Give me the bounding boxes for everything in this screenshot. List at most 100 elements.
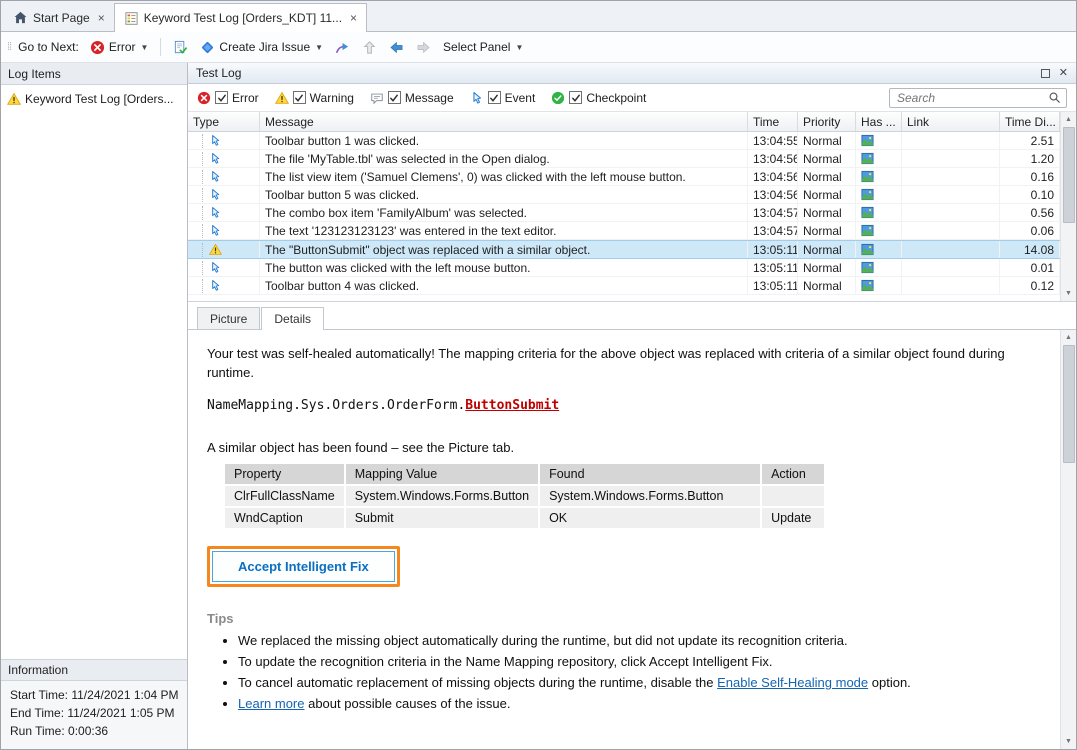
select-panel-button[interactable]: Select Panel ▼: [438, 37, 528, 57]
panel-title: Test Log: [196, 66, 1041, 80]
log-row-link: [902, 277, 1000, 294]
column-header-has[interactable]: Has ...: [856, 112, 902, 131]
log-row[interactable]: Toolbar button 1 was clicked.13:04:55Nor…: [188, 132, 1076, 150]
log-row[interactable]: The list view item ('Samuel Clemens', 0)…: [188, 168, 1076, 186]
comparison-row: WndCaptionSubmitOKUpdate: [225, 508, 824, 528]
scroll-up-icon[interactable]: ▲: [1065, 112, 1072, 127]
tab-details-label: Details: [274, 312, 311, 326]
log-row-has-picture: [856, 132, 902, 149]
comparison-cell: Update: [762, 508, 824, 528]
close-tab-icon[interactable]: ×: [350, 11, 357, 25]
log-row-message: Toolbar button 1 was clicked.: [260, 132, 748, 149]
details-scrollbar[interactable]: ▲ ▼: [1060, 330, 1076, 749]
tree-connector: [202, 206, 203, 220]
column-header-tdiff[interactable]: Time Di...: [1000, 112, 1060, 131]
column-header-time[interactable]: Time: [748, 112, 798, 131]
log-row-priority: Normal: [798, 150, 856, 167]
log-row-link: [902, 150, 1000, 167]
tab-start-page[interactable]: Start Page ×: [4, 4, 114, 31]
log-row-time-diff: 0.12: [1000, 277, 1060, 294]
log-row-has-picture: [856, 168, 902, 185]
toolbar-grip[interactable]: ⁞⁞: [7, 41, 11, 53]
event-icon: [209, 170, 222, 183]
scroll-thumb[interactable]: [1063, 345, 1075, 463]
test-log-panel: Test Log ✕ ErrorWarningMessageEventCheck…: [188, 63, 1076, 749]
log-row-message: The button was clicked with the left mou…: [260, 259, 748, 276]
log-row-time-diff: 0.56: [1000, 204, 1060, 221]
log-row-link: [902, 259, 1000, 276]
log-row-priority: Normal: [798, 132, 856, 149]
search-input[interactable]: [895, 90, 1048, 106]
log-row-has-picture: [856, 277, 902, 294]
log-items-tree: Keyword Test Log [Orders...: [1, 85, 187, 659]
log-row[interactable]: The file 'MyTable.tbl' was selected in t…: [188, 150, 1076, 168]
column-header-type[interactable]: Type: [188, 112, 260, 131]
log-row[interactable]: Toolbar button 5 was clicked.13:04:56Nor…: [188, 186, 1076, 204]
log-row-time: 13:05:11: [748, 259, 798, 276]
close-tab-icon[interactable]: ×: [98, 11, 105, 25]
information-line: Run Time: 0:00:36: [10, 724, 178, 738]
comparison-cell: System.Windows.Forms.Button: [346, 486, 538, 506]
tab-keyword-test-log[interactable]: Keyword Test Log [Orders_KDT] 11... ×: [114, 3, 367, 32]
log-row-time: 13:04:55: [748, 132, 798, 149]
scroll-thumb[interactable]: [1063, 127, 1075, 223]
go-up-button[interactable]: [357, 37, 382, 58]
mapping-prefix: NameMapping.Sys.Orders.OrderForm.: [207, 398, 465, 413]
log-row-priority: Normal: [798, 277, 856, 294]
message-icon: [370, 91, 384, 105]
tab-picture[interactable]: Picture: [197, 307, 260, 329]
filter-checkbox-message[interactable]: [388, 91, 401, 104]
log-row[interactable]: The "ButtonSubmit" object was replaced w…: [188, 240, 1076, 259]
scroll-down-icon[interactable]: ▼: [1065, 734, 1072, 749]
log-row-link: [902, 204, 1000, 221]
tree-item-keyword-test-log[interactable]: Keyword Test Log [Orders...: [3, 90, 185, 108]
close-panel-icon[interactable]: ✕: [1059, 68, 1068, 79]
toolbar-separator: [160, 38, 161, 56]
go-to-next-error-button[interactable]: Error ▼: [85, 37, 154, 58]
log-row[interactable]: The combo box item 'FamilyAlbum' was sel…: [188, 204, 1076, 222]
post-issue-button[interactable]: [330, 37, 355, 58]
filter-warning: Warning: [275, 91, 354, 105]
filter-checkbox-warning[interactable]: [293, 91, 306, 104]
export-results-button[interactable]: [168, 37, 193, 58]
tree-connector: [202, 279, 203, 293]
filter-label-warning: Warning: [310, 91, 354, 105]
up-arrow-icon: [362, 40, 377, 55]
log-row[interactable]: The button was clicked with the left mou…: [188, 259, 1076, 277]
test-log-caption: Test Log ✕: [188, 63, 1076, 84]
picture-icon: [861, 152, 874, 165]
main-area: Log Items Keyword Test Log [Orders... In…: [1, 63, 1076, 749]
log-grid-header: TypeMessageTimePriorityHas ...LinkTime D…: [188, 112, 1076, 132]
tip-link[interactable]: Learn more: [238, 696, 304, 711]
scroll-down-icon[interactable]: ▼: [1065, 286, 1072, 301]
column-header-msg[interactable]: Message: [260, 112, 748, 131]
tab-details[interactable]: Details: [261, 307, 324, 330]
tree-connector: [202, 243, 203, 257]
create-jira-issue-button[interactable]: Create Jira Issue ▼: [195, 37, 328, 58]
float-panel-icon[interactable]: [1041, 69, 1050, 78]
log-grid-scrollbar[interactable]: ▲ ▼: [1060, 112, 1076, 301]
go-back-button[interactable]: [384, 37, 409, 58]
scroll-up-icon[interactable]: ▲: [1065, 330, 1072, 345]
log-row[interactable]: Toolbar button 4 was clicked.13:05:11Nor…: [188, 277, 1076, 295]
search-box[interactable]: [889, 88, 1067, 108]
log-row-message: The "ButtonSubmit" object was replaced w…: [260, 241, 748, 258]
log-row-has-picture: [856, 186, 902, 203]
log-row-time: 13:04:57: [748, 222, 798, 239]
filter-checkbox-error[interactable]: [215, 91, 228, 104]
column-header-pri[interactable]: Priority: [798, 112, 856, 131]
log-row-type: [188, 222, 260, 239]
detail-tabs: Picture Details: [188, 307, 1076, 329]
tip-text: To update the recognition criteria in th…: [238, 654, 772, 669]
go-forward-button[interactable]: [411, 37, 436, 58]
tip-link[interactable]: Enable Self-Healing mode: [717, 675, 868, 690]
filter-checkbox-event[interactable]: [488, 91, 501, 104]
mapping-path-line: NameMapping.Sys.Orders.OrderForm.ButtonS…: [207, 398, 1030, 413]
go-to-next-label: Go to Next:: [18, 40, 79, 54]
filter-checkbox-checkpoint[interactable]: [569, 91, 582, 104]
accept-intelligent-fix-button[interactable]: Accept Intelligent Fix: [212, 551, 395, 582]
log-row-link: [902, 132, 1000, 149]
jira-diamond-icon: [200, 40, 215, 55]
log-row[interactable]: The text '123123123123' was entered in t…: [188, 222, 1076, 240]
column-header-link[interactable]: Link: [902, 112, 1000, 131]
